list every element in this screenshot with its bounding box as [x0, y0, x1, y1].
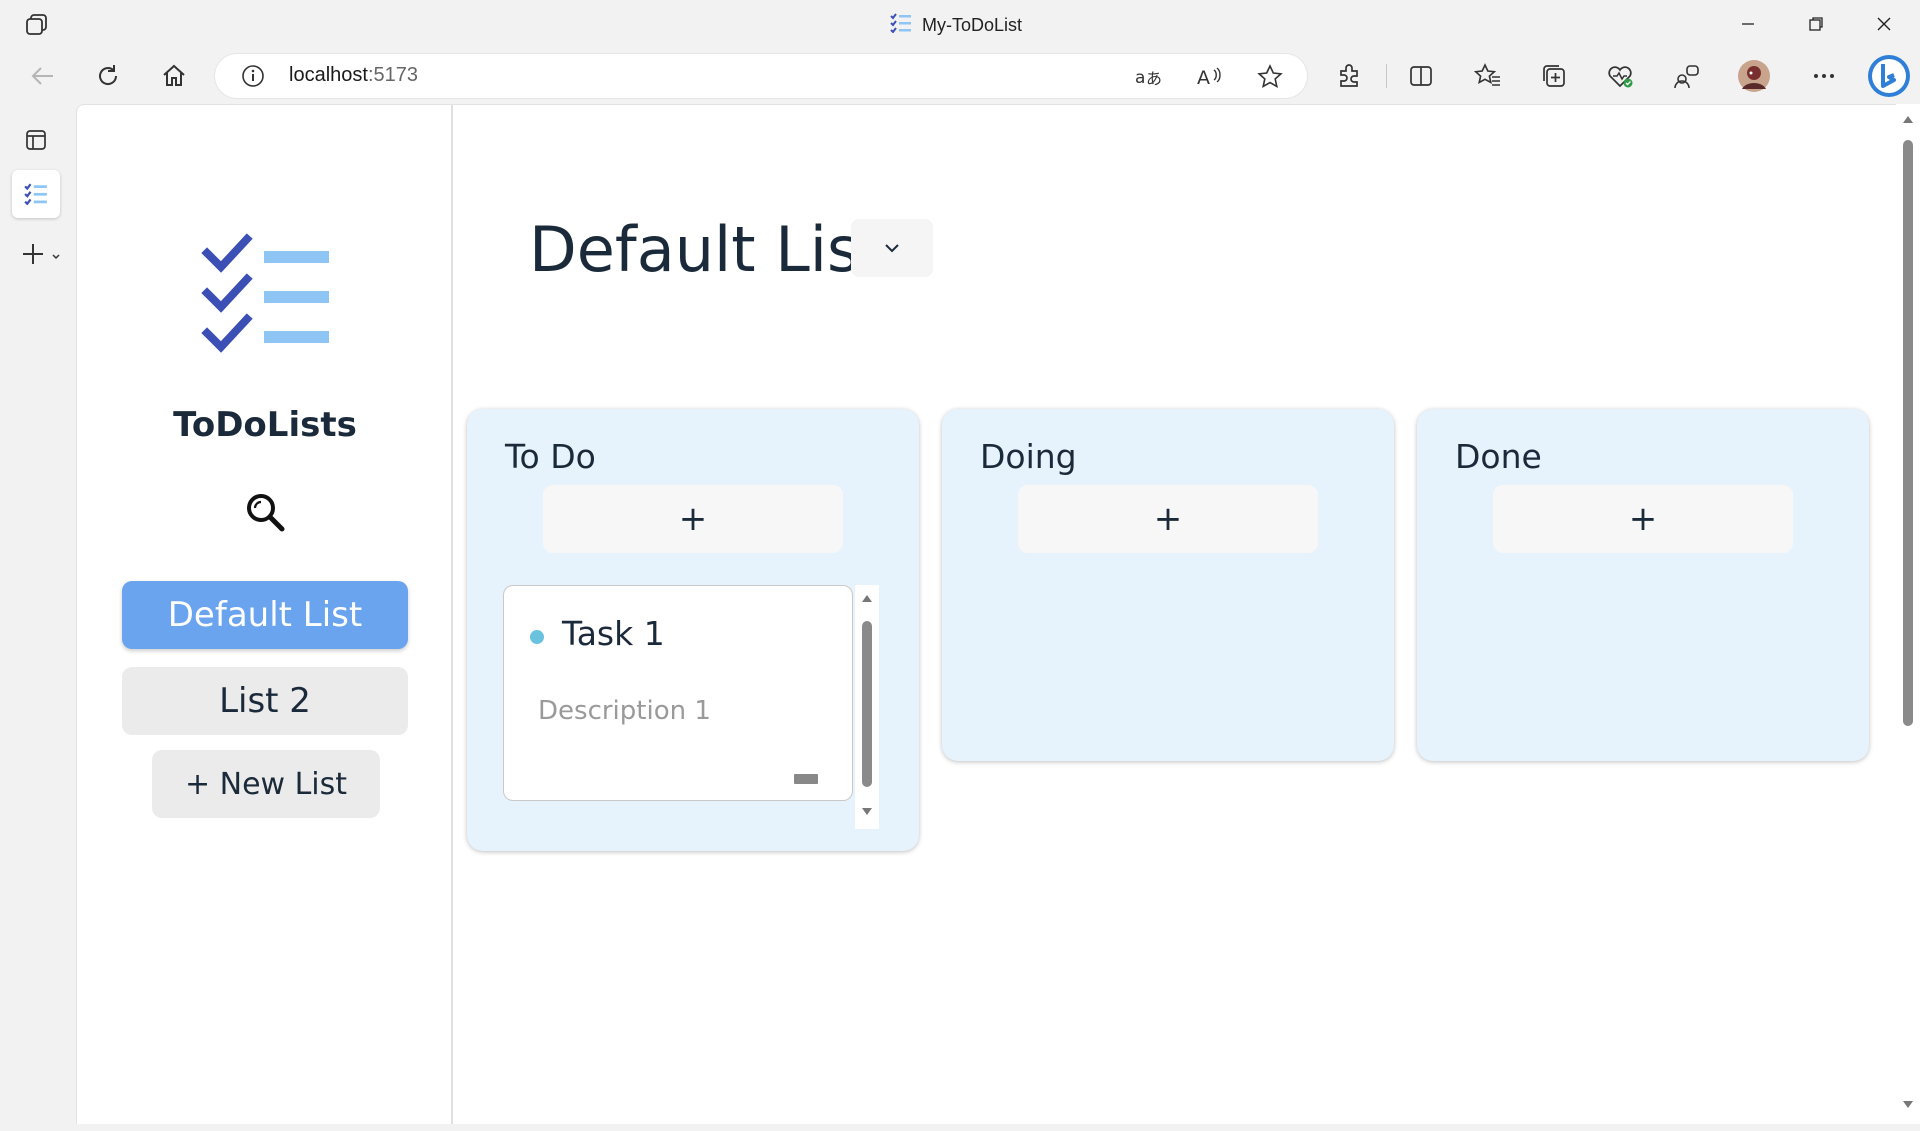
column-done: Done +	[1417, 409, 1869, 761]
tab-my-todolist[interactable]	[12, 170, 60, 218]
add-task-button[interactable]: +	[543, 485, 843, 553]
url-port: :5173	[367, 64, 418, 86]
split-screen-icon[interactable]	[1401, 56, 1441, 96]
column-title: To Do	[505, 437, 596, 476]
add-task-button[interactable]: +	[1018, 485, 1318, 553]
profile-sync-icon[interactable]	[1666, 56, 1706, 96]
site-info-icon[interactable]	[241, 64, 265, 88]
scroll-down-arrow-icon[interactable]	[861, 807, 873, 817]
address-bar[interactable]: localhost:5173 aあ A	[215, 54, 1307, 98]
column-title: Done	[1455, 437, 1542, 476]
tab-actions-menu-icon[interactable]	[12, 116, 60, 164]
new-tab-button[interactable]	[18, 230, 68, 278]
copilot-icon[interactable]	[1866, 53, 1912, 99]
translate-icon[interactable]: aあ	[1133, 62, 1163, 92]
toolbar-divider	[1386, 64, 1387, 88]
collections-icon[interactable]	[1534, 56, 1574, 96]
more-options-icon[interactable]	[1804, 56, 1844, 96]
list-button-default-list[interactable]: Default List	[122, 581, 408, 649]
task-list: Task 1 Description 1	[503, 585, 889, 829]
url-text[interactable]: localhost:5173	[289, 64, 418, 87]
reload-button[interactable]	[88, 56, 128, 96]
browser-essentials-icon[interactable]	[1600, 56, 1640, 96]
app-sidebar: ToDoLists Default List List 2 + New List	[77, 105, 453, 1124]
checklist-icon	[201, 231, 341, 355]
task-list-scrollbar[interactable]	[855, 585, 879, 829]
column-doing: Doing +	[942, 409, 1394, 761]
workspaces-icon[interactable]	[24, 12, 50, 36]
page-scroll-thumb[interactable]	[1903, 140, 1913, 726]
favorite-star-icon[interactable]	[1255, 62, 1285, 92]
task-status-dot	[530, 630, 544, 644]
scroll-down-arrow-icon[interactable]	[1902, 1100, 1914, 1110]
task-list-scroll-thumb[interactable]	[862, 621, 872, 787]
profile-avatar[interactable]	[1734, 56, 1774, 96]
chevron-down-icon	[883, 239, 901, 258]
browser-toolbar: localhost:5173 aあ A	[0, 48, 1920, 104]
list-dropdown-button[interactable]	[851, 219, 933, 277]
list-button-list-2[interactable]: List 2	[122, 667, 408, 735]
page-title: Default List	[529, 213, 884, 286]
svg-text:a: a	[1135, 68, 1145, 88]
add-task-button[interactable]: +	[1493, 485, 1793, 553]
close-window-button[interactable]	[1850, 0, 1918, 48]
window-titlebar: My-ToDoList	[0, 0, 1920, 48]
vertical-tab-strip	[0, 104, 76, 1131]
minimize-button[interactable]	[1714, 0, 1782, 48]
svg-text:あ: あ	[1146, 69, 1162, 88]
scroll-up-arrow-icon[interactable]	[1902, 114, 1914, 124]
svg-text:A: A	[1197, 67, 1210, 89]
read-aloud-icon[interactable]: A	[1195, 62, 1225, 92]
home-button[interactable]	[154, 56, 194, 96]
restore-button[interactable]	[1782, 0, 1850, 48]
new-list-button[interactable]: + New List	[152, 750, 380, 818]
extensions-icon[interactable]	[1329, 56, 1369, 96]
url-host: localhost	[289, 64, 368, 86]
window-title-text: My-ToDoList	[922, 14, 1023, 35]
page-scrollbar[interactable]	[1896, 104, 1920, 1124]
magnifier-icon[interactable]	[244, 491, 286, 533]
scroll-up-arrow-icon[interactable]	[861, 593, 873, 603]
task-card[interactable]: Task 1 Description 1	[503, 585, 853, 801]
tab-favicon-icon	[890, 12, 912, 38]
column-title: Doing	[980, 437, 1077, 476]
favorites-icon[interactable]	[1468, 56, 1508, 96]
page-viewport: ToDoLists Default List List 2 + New List…	[76, 104, 1896, 1124]
window-title: My-ToDoList	[890, 12, 1022, 38]
task-description: Description 1	[538, 696, 711, 726]
task-name: Task 1	[562, 614, 665, 653]
app-title: ToDoLists	[173, 405, 357, 445]
remove-task-button[interactable]	[794, 774, 818, 784]
column-to-do: To Do + Task 1 Description 1	[467, 409, 919, 851]
back-button[interactable]	[22, 56, 62, 96]
